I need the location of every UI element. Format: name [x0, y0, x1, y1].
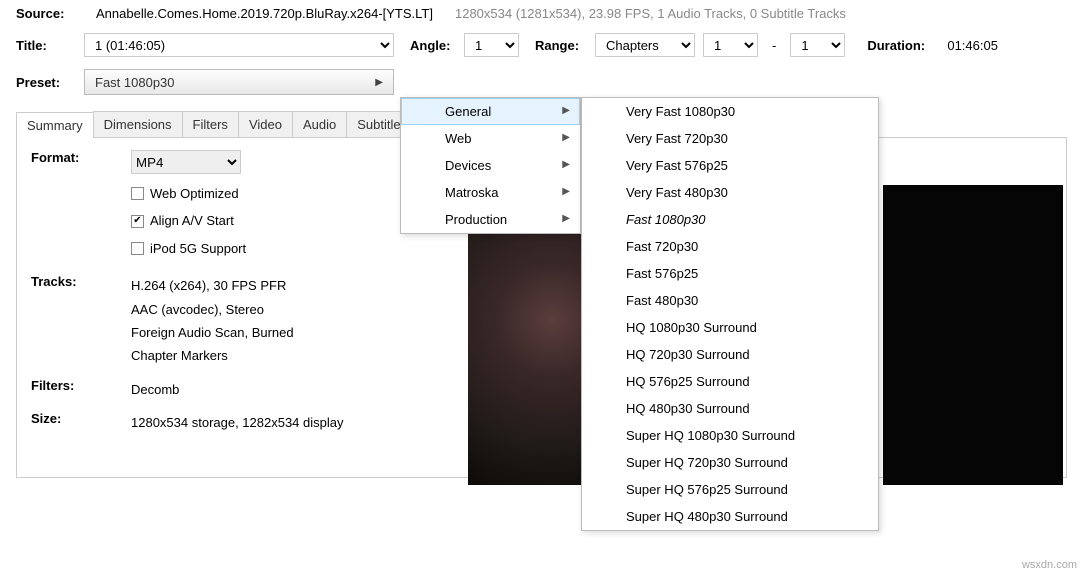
range-type-select[interactable]: Chapters — [595, 33, 695, 57]
preset-list-menu: Very Fast 1080p30 Very Fast 720p30 Very … — [581, 97, 879, 531]
preset-item[interactable]: Super HQ 720p30 Surround — [582, 449, 878, 476]
title-label: Title: — [16, 38, 76, 53]
chevron-right-icon: ▶ — [562, 186, 570, 197]
preset-category-web[interactable]: Web▶ — [401, 125, 580, 152]
preset-category-general[interactable]: General▶ — [401, 98, 580, 125]
tracks-list: H.264 (x264), 30 FPS PFR AAC (avcodec), … — [131, 274, 451, 368]
preset-item[interactable]: HQ 576p25 Surround — [582, 368, 878, 395]
source-row: Source: Annabelle.Comes.Home.2019.720p.B… — [0, 0, 1083, 27]
chevron-right-icon: ▶ — [562, 213, 570, 224]
checkbox-icon — [131, 242, 144, 255]
preset-category-matroska[interactable]: Matroska▶ — [401, 179, 580, 206]
track-line: Foreign Audio Scan, Burned — [131, 321, 451, 344]
preset-row: Preset: Fast 1080p30 ▶ — [0, 63, 1083, 101]
duration-label: Duration: — [867, 38, 939, 53]
format-select[interactable]: MP4 — [131, 150, 241, 174]
preset-value: Fast 1080p30 — [95, 75, 175, 90]
checkbox-checked-icon: ✔ — [131, 215, 144, 228]
title-row: Title: 1 (01:46:05) Angle: 1 Range: Chap… — [0, 27, 1083, 63]
preset-item[interactable]: Super HQ 576p25 Surround — [582, 476, 878, 503]
preset-item[interactable]: Very Fast 576p25 — [582, 152, 878, 179]
preset-category-devices[interactable]: Devices▶ — [401, 152, 580, 179]
duration-value: 01:46:05 — [947, 38, 998, 53]
preset-item[interactable]: Very Fast 720p30 — [582, 125, 878, 152]
preset-dropdown[interactable]: Fast 1080p30 ▶ — [84, 69, 394, 95]
range-to-select[interactable]: 1 — [790, 33, 845, 57]
chevron-right-icon: ▶ — [562, 105, 570, 116]
summary-left: Format: MP4 Web Optimized ✔ Align A/V St… — [31, 150, 451, 465]
title-select[interactable]: 1 (01:46:05) — [84, 33, 394, 57]
watermark: wsxdn.com — [1022, 559, 1077, 571]
size-label: Size: — [31, 411, 131, 434]
preset-item[interactable]: Very Fast 480p30 — [582, 179, 878, 206]
preset-item[interactable]: HQ 480p30 Surround — [582, 395, 878, 422]
tracks-label: Tracks: — [31, 274, 131, 368]
tab-summary[interactable]: Summary — [16, 112, 94, 138]
tab-filters[interactable]: Filters — [182, 111, 239, 137]
preset-category-menu: General▶ Web▶ Devices▶ Matroska▶ Product… — [400, 97, 581, 234]
preset-category-production[interactable]: Production▶ — [401, 206, 580, 233]
range-label: Range: — [535, 38, 587, 53]
preset-item[interactable]: Very Fast 1080p30 — [582, 98, 878, 125]
source-file: Annabelle.Comes.Home.2019.720p.BluRay.x2… — [96, 6, 433, 21]
angle-label: Angle: — [410, 38, 456, 53]
checkbox-icon — [131, 187, 144, 200]
filters-value: Decomb — [131, 378, 451, 401]
filters-label: Filters: — [31, 378, 131, 401]
ipod-checkbox[interactable]: iPod 5G Support — [131, 237, 451, 260]
preset-item[interactable]: Fast 576p25 — [582, 260, 878, 287]
preset-item[interactable]: HQ 1080p30 Surround — [582, 314, 878, 341]
size-value: 1280x534 storage, 1282x534 display — [131, 411, 451, 434]
preset-item-selected[interactable]: Fast 1080p30 — [582, 206, 878, 233]
source-label: Source: — [16, 6, 76, 21]
tab-video[interactable]: Video — [238, 111, 293, 137]
preview-black — [883, 185, 1063, 485]
track-line: Chapter Markers — [131, 344, 451, 367]
chevron-right-icon: ▶ — [375, 77, 383, 88]
preset-label: Preset: — [16, 75, 76, 90]
preset-item[interactable]: Super HQ 480p30 Surround — [582, 503, 878, 530]
track-line: AAC (avcodec), Stereo — [131, 298, 451, 321]
chevron-right-icon: ▶ — [562, 159, 570, 170]
source-info: 1280x534 (1281x534), 23.98 FPS, 1 Audio … — [455, 6, 846, 21]
range-from-select[interactable]: 1 — [703, 33, 758, 57]
range-dash: - — [772, 38, 776, 53]
chevron-right-icon: ▶ — [562, 132, 570, 143]
angle-select[interactable]: 1 — [464, 33, 519, 57]
tab-dimensions[interactable]: Dimensions — [93, 111, 183, 137]
tab-audio[interactable]: Audio — [292, 111, 347, 137]
preset-item[interactable]: Super HQ 1080p30 Surround — [582, 422, 878, 449]
track-line: H.264 (x264), 30 FPS PFR — [131, 274, 451, 297]
preset-item[interactable]: HQ 720p30 Surround — [582, 341, 878, 368]
preset-item[interactable]: Fast 720p30 — [582, 233, 878, 260]
format-label: Format: — [31, 150, 131, 264]
preset-item[interactable]: Fast 480p30 — [582, 287, 878, 314]
